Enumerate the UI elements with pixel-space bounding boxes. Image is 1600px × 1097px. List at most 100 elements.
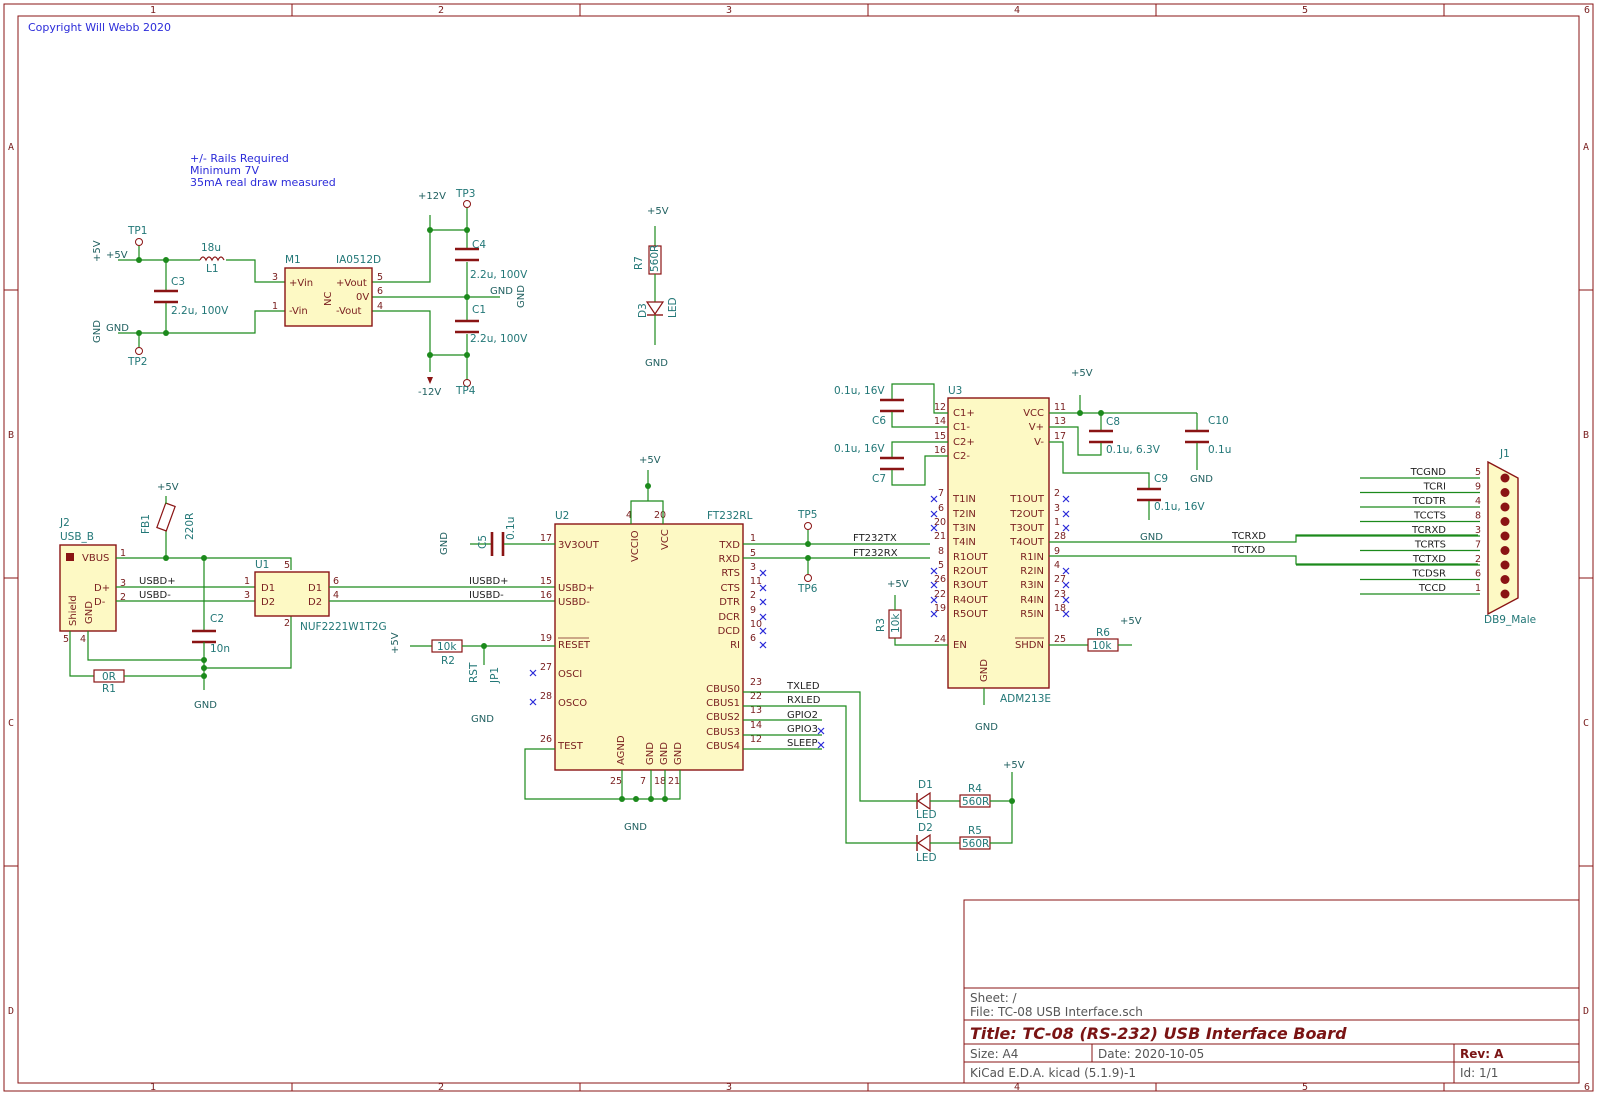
db9-pin-number: 7 xyxy=(1475,540,1481,551)
c3-ref: C3 xyxy=(171,276,185,288)
pin-number: 28 xyxy=(540,691,552,702)
db9-pin-number: 4 xyxy=(1475,496,1481,507)
p5v-flag: +5V xyxy=(647,206,669,217)
col-label: 5 xyxy=(1302,5,1308,16)
u2-pin: GND xyxy=(659,742,670,765)
r2-value: 10k xyxy=(437,641,457,653)
c8-ref: C8 xyxy=(1106,416,1120,428)
pin-number: 8 xyxy=(938,546,944,557)
tb-id: Id: 1/1 xyxy=(1460,1066,1498,1080)
pin-number: 27 xyxy=(540,662,552,673)
c4-value: 2.2u, 100V xyxy=(470,269,528,281)
pin-number: 25 xyxy=(1054,634,1066,645)
net-label: USBD+ xyxy=(139,576,176,587)
c9-ref: C9 xyxy=(1154,473,1168,485)
u3-pin: T3OUT xyxy=(1009,523,1045,534)
fb1-ref: FB1 xyxy=(140,514,152,534)
col-label: 4 xyxy=(1014,5,1020,16)
pin-number: 6 xyxy=(750,633,756,644)
pin-number: 4 xyxy=(377,301,383,312)
u2-pin: OSCO xyxy=(558,698,587,709)
db9-pin-dot xyxy=(1500,517,1510,526)
u3-pin: R2OUT xyxy=(953,566,989,577)
u3-ref: U3 xyxy=(948,385,962,397)
u2-pin: USBD- xyxy=(558,597,590,608)
net-label: USBD- xyxy=(139,590,171,601)
r1-value: 0R xyxy=(102,671,116,683)
c10-value: 0.1u xyxy=(1208,444,1231,456)
row-label: C xyxy=(8,718,14,729)
tb-size: Size: A4 xyxy=(970,1047,1018,1061)
u3-pin: R5OUT xyxy=(953,609,989,620)
db9-net-label: TCTXD xyxy=(1412,554,1446,565)
pin-number: 4 xyxy=(1054,560,1060,571)
db9-pin-dot xyxy=(1500,575,1510,584)
u3-pin: R3OUT xyxy=(953,580,989,591)
net-label: RXLED xyxy=(787,695,821,706)
u3-pin: R1IN xyxy=(1020,552,1044,563)
u2-pin: DCR xyxy=(718,612,740,623)
net-label: IUSBD+ xyxy=(469,576,509,587)
col-label: 1 xyxy=(150,5,156,16)
title-block: Sheet: / File: TC-08 USB Interface.sch T… xyxy=(963,899,1580,1084)
net-label: TCRXD xyxy=(1231,531,1266,542)
u3-pin: V+ xyxy=(1029,422,1044,433)
tb-rev: Rev: A xyxy=(1460,1047,1504,1061)
r2-ref: R2 xyxy=(441,655,455,667)
net-label: SLEEP xyxy=(787,738,818,749)
d2-value: LED xyxy=(916,852,937,864)
tb-sheet: Sheet: / xyxy=(970,991,1018,1005)
db9-pin-number: 9 xyxy=(1475,482,1481,493)
db9-net-label: TCRI xyxy=(1423,482,1446,493)
pin-number: 3 xyxy=(244,590,250,601)
u2-value: FT232RL xyxy=(707,510,753,522)
pin-number: 2 xyxy=(1054,488,1060,499)
pin-number: 28 xyxy=(1054,531,1066,542)
u3-pin: T3IN xyxy=(952,523,976,534)
d2-ref: D2 xyxy=(918,822,933,834)
u2-pin: CTS xyxy=(721,583,740,594)
u1-pin: D1 xyxy=(308,583,322,594)
pin-number: 1 xyxy=(1054,517,1060,528)
p5v-flag: +5V xyxy=(390,632,401,654)
u3-value: ADM213E xyxy=(1000,693,1051,705)
c8-value: 0.1u, 6.3V xyxy=(1106,444,1161,456)
db9-net-label: TCRXD xyxy=(1411,525,1446,536)
col-label: 3 xyxy=(726,5,732,16)
pin-number: 26 xyxy=(540,734,552,745)
c6-ref: C6 xyxy=(872,415,886,427)
db9-pin-dot xyxy=(1500,488,1510,497)
c9-value: 0.1u, 16V xyxy=(1154,501,1205,513)
gnd-flag: GND xyxy=(516,285,527,308)
db9-pin-number: 2 xyxy=(1475,554,1481,565)
pin-number: 15 xyxy=(540,576,552,587)
pin-number: 4 xyxy=(333,590,339,601)
pin-number: 3 xyxy=(750,562,756,573)
col-label: 6 xyxy=(1584,1082,1590,1093)
pin-number: 22 xyxy=(750,691,762,702)
r3-ref: R3 xyxy=(875,618,887,632)
net-label: GPIO2 xyxy=(787,710,818,721)
u2-pin: USBD+ xyxy=(558,583,595,594)
db9-pin-number: 3 xyxy=(1475,525,1481,536)
db9-pin-dot xyxy=(1500,560,1510,570)
j2-pin: D+ xyxy=(94,583,110,594)
tp5-label: TP5 xyxy=(797,509,817,521)
m1-pin: 0V xyxy=(356,292,369,303)
u2-pin: GND xyxy=(645,742,656,765)
p5v-flag: +5V xyxy=(639,455,661,466)
u2-pin: RTS xyxy=(721,568,740,579)
j2-value: USB_B xyxy=(60,531,94,543)
m1-pin: -Vout xyxy=(336,306,362,317)
row-label: A xyxy=(8,142,14,153)
c7-value: 0.1u, 16V xyxy=(834,443,885,455)
u2-pin: DTR xyxy=(719,597,740,608)
pin-number: 5 xyxy=(750,548,756,559)
db9-net-label: TCGND xyxy=(1410,467,1447,478)
j2-pin: D- xyxy=(94,597,106,608)
u2-ref: U2 xyxy=(555,510,569,522)
tp2-label: TP2 xyxy=(127,356,147,368)
pin-number: 21 xyxy=(668,776,680,787)
gnd-flag: GND xyxy=(1190,474,1213,485)
r6-value: 10k xyxy=(1092,640,1112,652)
